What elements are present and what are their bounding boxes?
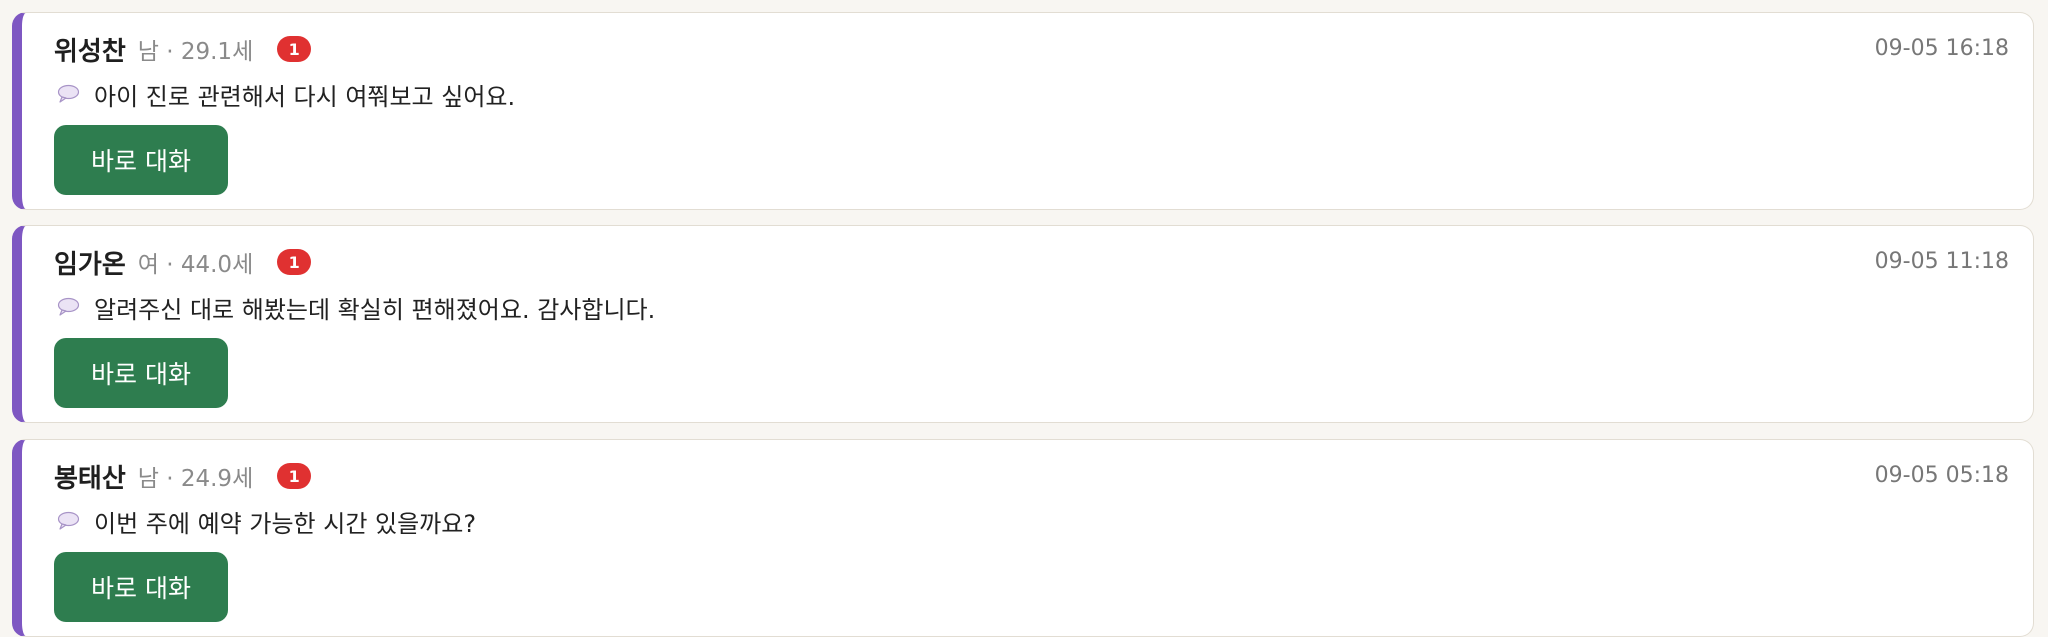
message-text: 알려주신 대로 해봤는데 확실히 편해졌어요. 감사합니다. bbox=[94, 295, 656, 324]
start-chat-button[interactable]: 바로 대화 bbox=[54, 338, 228, 408]
unread-badge: 1 bbox=[277, 463, 312, 489]
message-preview: 이번 주에 예약 가능한 시간 있을까요? bbox=[56, 504, 476, 538]
message-timestamp: 09-05 16:18 bbox=[1874, 36, 2009, 61]
speech-bubble-icon bbox=[57, 511, 80, 530]
customer-name: 봉태산 bbox=[54, 463, 126, 494]
start-chat-button[interactable]: 바로 대화 bbox=[54, 125, 228, 195]
card-header: 봉태산 남 · 24.9세 1 bbox=[54, 458, 312, 494]
speech-bubble-icon bbox=[57, 297, 80, 316]
speech-bubble-icon bbox=[57, 84, 80, 103]
customer-meta: 여 · 44.0세 bbox=[137, 252, 254, 278]
message-timestamp: 09-05 05:18 bbox=[1874, 463, 2009, 488]
message-text: 이번 주에 예약 가능한 시간 있을까요? bbox=[94, 509, 477, 538]
customer-name: 임가온 bbox=[54, 249, 126, 280]
unread-badge: 1 bbox=[277, 36, 312, 62]
conversation-card[interactable]: 위성찬 남 · 29.1세 1 09-05 16:18 아이 진로 관련해서 다… bbox=[12, 12, 2034, 210]
unread-badge: 1 bbox=[277, 249, 312, 275]
message-preview: 알려주신 대로 해봤는데 확실히 편해졌어요. 감사합니다. bbox=[56, 290, 655, 324]
customer-meta: 남 · 29.1세 bbox=[137, 39, 254, 65]
conversation-list: 위성찬 남 · 29.1세 1 09-05 16:18 아이 진로 관련해서 다… bbox=[0, 0, 2048, 637]
customer-name: 위성찬 bbox=[54, 36, 126, 67]
message-timestamp: 09-05 11:18 bbox=[1874, 249, 2009, 274]
conversation-card[interactable]: 임가온 여 · 44.0세 1 09-05 11:18 알려주신 대로 해봤는데… bbox=[12, 225, 2034, 423]
card-header: 임가온 여 · 44.0세 1 bbox=[54, 244, 312, 280]
start-chat-button[interactable]: 바로 대화 bbox=[54, 552, 228, 622]
card-header: 위성찬 남 · 29.1세 1 bbox=[54, 31, 312, 67]
conversation-card[interactable]: 봉태산 남 · 24.9세 1 09-05 05:18 이번 주에 예약 가능한… bbox=[12, 439, 2034, 637]
message-preview: 아이 진로 관련해서 다시 여쭤보고 싶어요. bbox=[56, 77, 515, 111]
customer-meta: 남 · 24.9세 bbox=[137, 466, 254, 492]
message-text: 아이 진로 관련해서 다시 여쭤보고 싶어요. bbox=[94, 82, 516, 111]
